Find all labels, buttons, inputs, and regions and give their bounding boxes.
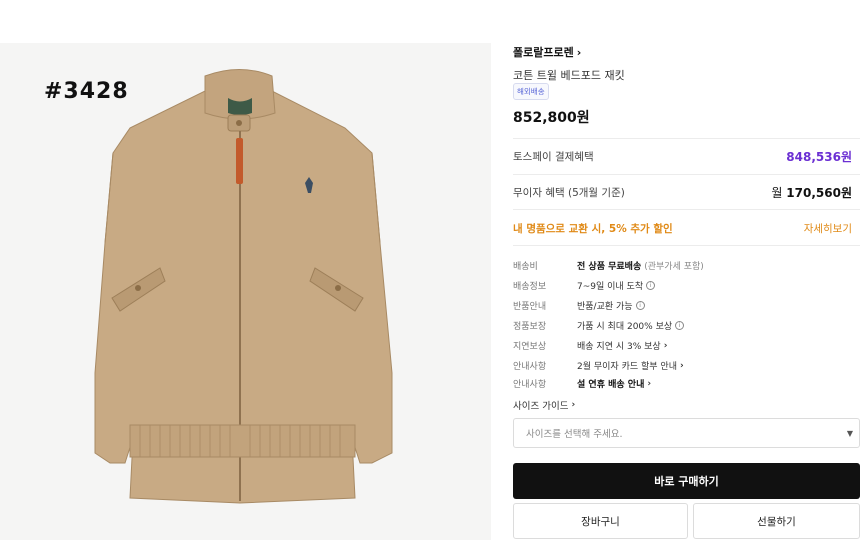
divider xyxy=(513,138,860,139)
spec-value-notice-holiday[interactable]: 설 연휴 배송 안내 › xyxy=(577,377,652,391)
spec-label-delivery-info: 배송정보 xyxy=(513,282,547,292)
return-text: 반품/교환 가능 xyxy=(577,302,633,312)
authenticity-text: 가품 시 최대 200% 보상 xyxy=(577,322,673,332)
spec-value-return[interactable]: 반품/교환 가능 i xyxy=(577,299,645,312)
spec-label-notice-holiday: 안내사항 xyxy=(513,380,547,390)
product-image-panel: #3428 xyxy=(0,43,491,540)
spec-value-authenticity[interactable]: 가품 시 최대 200% 보상 i xyxy=(577,319,685,332)
chevron-down-icon: ▼ xyxy=(846,428,853,438)
buy-now-button[interactable]: 바로 구매하기 xyxy=(513,463,860,499)
spec-label-notice-installment: 안내사항 xyxy=(513,362,547,372)
product-name: 코튼 트윌 베드포드 재킷 xyxy=(513,69,625,82)
spec-label-shipping-fee: 배송비 xyxy=(513,262,538,272)
spec-value-delivery-info[interactable]: 7~9일 이내 도착 i xyxy=(577,279,656,292)
size-select[interactable]: 사이즈를 선택해 주세요. ▼ xyxy=(513,418,860,448)
monthly-installment: 월 170,560원 xyxy=(771,184,852,201)
toss-benefit-price: 848,536원 xyxy=(786,150,852,164)
product-code: #3428 xyxy=(44,79,129,104)
spec-label-delay-compensation: 지연보상 xyxy=(513,342,547,352)
monthly-amount: 170,560원 xyxy=(786,186,852,200)
info-icon[interactable]: i xyxy=(646,281,656,290)
product-price: 852,800원 xyxy=(513,110,590,126)
size-select-placeholder: 사이즈를 선택해 주세요. xyxy=(526,429,623,440)
delay-compensation-text: 배송 지연 시 3% 보상 xyxy=(577,342,661,352)
size-guide-label: 사이즈 가이드 xyxy=(513,401,569,412)
chevron-right-icon: › xyxy=(663,340,668,351)
installment-notice-text: 2월 무이자 카드 할부 안내 xyxy=(577,362,677,372)
gift-button[interactable]: 선물하기 xyxy=(693,503,860,539)
size-guide-link[interactable]: 사이즈 가이드 › xyxy=(513,398,575,412)
promo-details-link[interactable]: 자세히보기 xyxy=(804,221,852,236)
delivery-time-text: 7~9일 이내 도착 xyxy=(577,282,644,292)
spec-value-notice-installment[interactable]: 2월 무이자 카드 할부 안내 › xyxy=(577,359,684,373)
add-to-cart-button[interactable]: 장바구니 xyxy=(513,503,688,539)
info-icon[interactable]: i xyxy=(675,321,685,330)
spec-value-delay-compensation[interactable]: 배송 지연 시 3% 보상 › xyxy=(577,339,668,353)
holiday-notice-text: 설 연휴 배송 안내 xyxy=(577,380,645,390)
brand-link[interactable]: 폴로랄프로렌 › xyxy=(513,44,581,60)
overseas-shipping-badge: 해외배송 xyxy=(513,83,549,100)
chevron-right-icon: › xyxy=(571,400,576,410)
jacket-image xyxy=(94,69,393,504)
chevron-right-icon: › xyxy=(576,45,582,59)
divider xyxy=(513,174,860,175)
brand-name: 폴로랄프로렌 xyxy=(513,46,574,59)
toss-benefit-label: 토스페이 결제혜택 xyxy=(513,151,594,163)
chevron-right-icon: › xyxy=(679,360,684,371)
divider xyxy=(513,209,860,210)
promo-text: 내 명품으로 교환 시, 5% 추가 할인 xyxy=(513,223,673,235)
chevron-right-icon: › xyxy=(647,378,652,389)
monthly-prefix: 월 xyxy=(771,186,783,200)
duty-included-text: (관부가세 포함) xyxy=(644,262,704,272)
spec-label-authenticity: 정품보장 xyxy=(513,322,547,332)
spec-label-return: 반품안내 xyxy=(513,302,547,312)
info-icon[interactable]: i xyxy=(635,301,645,310)
interest-free-label: 무이자 혜택 (5개월 기준) xyxy=(513,187,625,199)
spec-value-shipping-fee: 전 상품 무료배송 (관부가세 포함) xyxy=(577,259,704,272)
free-shipping-text: 전 상품 무료배송 xyxy=(577,262,642,272)
divider xyxy=(513,245,860,246)
